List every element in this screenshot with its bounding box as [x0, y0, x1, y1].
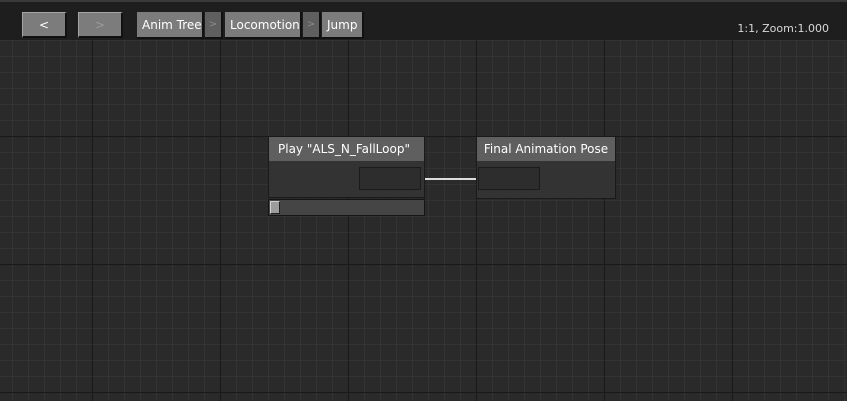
graph-toolbar: < > Anim Tree > Locomotion > Jump 1:1, Z… [0, 0, 847, 40]
play-node-title: Play "ALS_N_FallLoop" [269, 137, 424, 161]
breadcrumb-separator: > [303, 12, 321, 39]
result-input-pin[interactable] [478, 167, 540, 190]
breadcrumb-anim-tree[interactable]: Anim Tree [137, 12, 204, 39]
breadcrumb-jump[interactable]: Jump [322, 12, 364, 39]
final-animation-pose-node[interactable]: Final Animation Pose [476, 136, 616, 199]
final-node-title: Final Animation Pose [477, 137, 615, 161]
play-sequence-node[interactable]: Play "ALS_N_FallLoop" [268, 136, 425, 198]
breadcrumb-separator: > [205, 12, 223, 39]
playback-scrub-handle[interactable] [270, 201, 280, 214]
breadcrumb-locomotion[interactable]: Locomotion [225, 12, 302, 39]
back-button[interactable]: < [22, 12, 67, 38]
forward-button[interactable]: > [78, 12, 123, 38]
pose-connection-wire[interactable] [425, 178, 476, 180]
pose-output-pin[interactable] [359, 167, 421, 190]
playback-progress-bar[interactable] [268, 199, 425, 216]
zoom-readout: 1:1, Zoom:1.000 [737, 22, 829, 35]
